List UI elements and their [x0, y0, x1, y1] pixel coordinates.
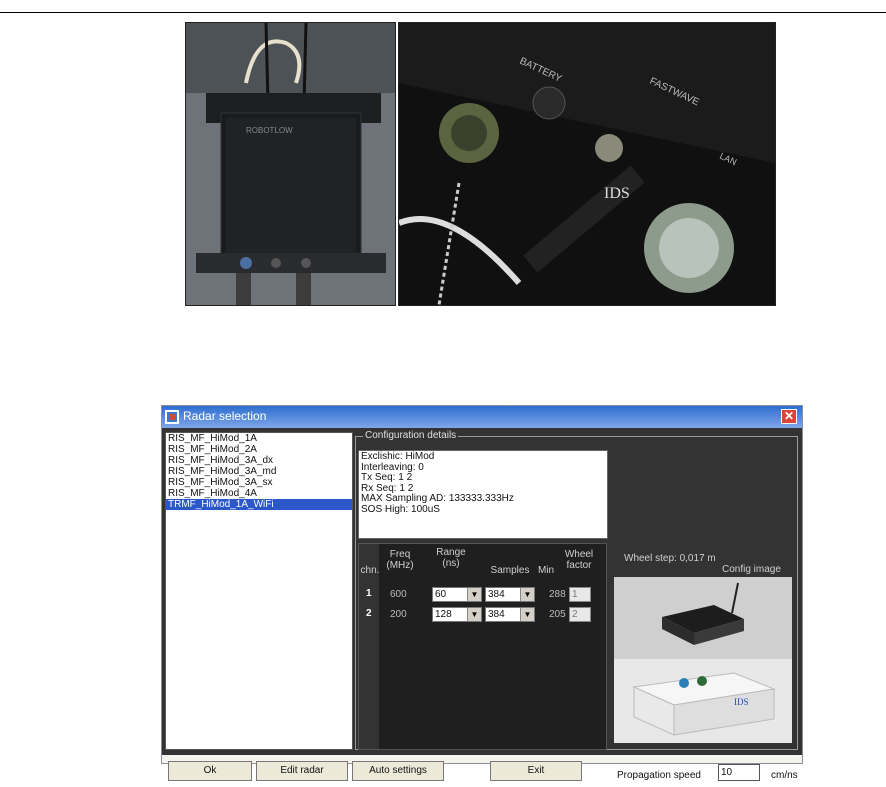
samples-value: 384 — [488, 609, 505, 620]
header-freq: Freq (MHz) — [386, 549, 414, 571]
radar-list[interactable]: RIS_MF_HiMod_1A RIS_MF_HiMod_2A RIS_MF_H… — [165, 432, 353, 750]
range-value: 128 — [435, 609, 452, 620]
exit-button[interactable]: Exit — [490, 761, 582, 781]
dropdown-arrow-icon[interactable]: ▼ — [467, 588, 481, 601]
list-item[interactable]: RIS_MF_HiMod_3A_md — [166, 466, 352, 477]
samples-select[interactable]: 384 ▼ — [485, 607, 535, 622]
details-line: SOS High: 100uS — [361, 503, 440, 515]
close-icon[interactable]: ✕ — [781, 409, 797, 424]
header-min: Min — [537, 565, 555, 576]
range-select[interactable]: 128 ▼ — [432, 607, 482, 622]
title-bar[interactable]: Radar selection ✕ — [162, 406, 802, 428]
ok-button[interactable]: Ok — [168, 761, 252, 781]
radar-unit-photo: ROBOTLOW — [185, 22, 396, 306]
row-freq: 200 — [390, 609, 407, 620]
radar-selection-window: Radar selection ✕ RIS_MF_HiMod_1A RIS_MF… — [161, 405, 803, 781]
edit-radar-button[interactable]: Edit radar — [256, 761, 348, 781]
list-item[interactable]: RIS_MF_HiMod_1A — [166, 433, 352, 444]
dropdown-arrow-icon[interactable]: ▼ — [520, 608, 534, 621]
samples-value: 384 — [488, 589, 505, 600]
propagation-speed-label: Propagation speed — [617, 770, 701, 781]
wheel-step-label: Wheel step: 0,017 m — [624, 553, 716, 564]
range-select[interactable]: 60 ▼ — [432, 587, 482, 602]
list-item-selected[interactable]: TRMF_HiMod_1A_WiFi — [166, 499, 352, 510]
list-item[interactable]: RIS_MF_HiMod_2A — [166, 444, 352, 455]
configuration-details-box: Exclishic: HiMod Interleaving: 0 Tx Seq:… — [358, 450, 608, 539]
wheel-factor-input[interactable]: 1 — [569, 587, 591, 602]
samples-select[interactable]: 384 ▼ — [485, 587, 535, 602]
header-samples: Samples — [490, 565, 530, 576]
range-value: 60 — [435, 589, 447, 600]
propagation-speed-unit: cm/ns — [771, 770, 798, 781]
row-freq: 600 — [390, 589, 407, 600]
list-item[interactable]: RIS_MF_HiMod_3A_sx — [166, 477, 352, 488]
row-channel: 2 — [366, 608, 372, 619]
config-image: IDS — [614, 577, 792, 743]
svg-text:IDS: IDS — [734, 697, 749, 707]
dropdown-arrow-icon[interactable]: ▼ — [520, 588, 534, 601]
propagation-speed-input[interactable]: 10 — [718, 764, 760, 781]
dropdown-arrow-icon[interactable]: ▼ — [467, 608, 481, 621]
header-chn: chn. — [360, 565, 380, 576]
row-channel: 1 — [366, 588, 372, 599]
connector-panel-photo: BATTERY FASTWAVE LAN IDS — [398, 22, 776, 306]
channel-table: chn. Freq (MHz) Range (ns) Samples Min W… — [358, 543, 607, 750]
config-image-label: Config image — [722, 564, 781, 575]
auto-settings-button[interactable]: Auto settings — [352, 761, 444, 781]
window-title: Radar selection — [183, 409, 267, 423]
row-min: 288 — [549, 589, 566, 600]
row-min: 205 — [549, 609, 566, 620]
wheel-factor-input[interactable]: 2 — [569, 607, 591, 622]
top-rule — [0, 12, 886, 13]
header-range: Range (ns) — [436, 547, 466, 569]
svg-text:IDS: IDS — [604, 185, 630, 202]
list-item[interactable]: RIS_MF_HiMod_4A — [166, 488, 352, 499]
header-wheel-factor: Wheel factor — [564, 549, 594, 571]
details-line: Exclishic: HiMod — [361, 451, 435, 462]
svg-text:ROBOTLOW: ROBOTLOW — [246, 126, 293, 135]
app-icon — [165, 410, 179, 424]
configuration-group-label: Configuration details — [363, 430, 459, 441]
list-item[interactable]: RIS_MF_HiMod_3A_dx — [166, 455, 352, 466]
